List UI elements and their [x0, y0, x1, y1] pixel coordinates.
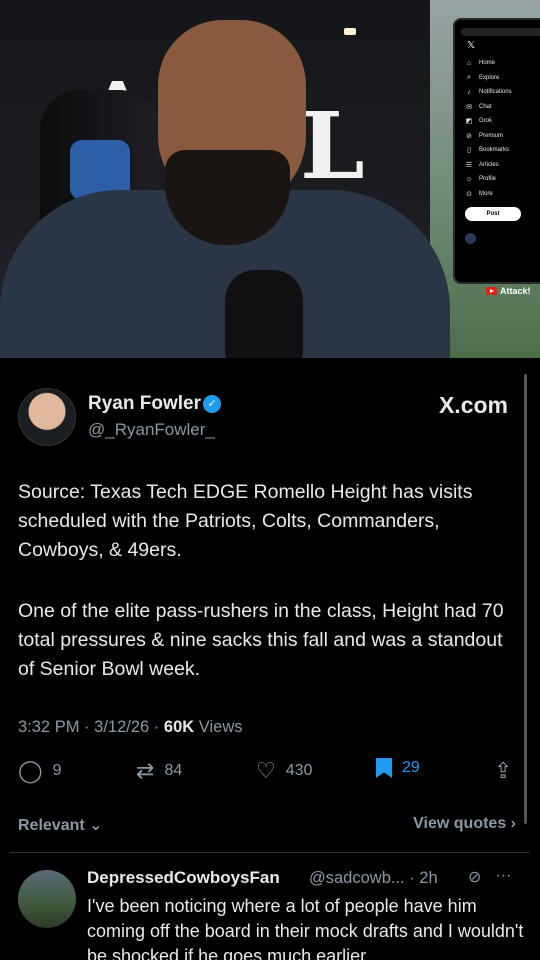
phone-menu-item: ⊘ Premium: [466, 132, 504, 140]
reply-author-handle[interactable]: @sadcowb... · 2h: [309, 869, 438, 888]
phone-menu-item: ⌂ Home: [466, 59, 496, 67]
share-icon: ⇪: [494, 758, 513, 783]
x-logo-icon: 𝕏: [467, 40, 476, 51]
phone-menu-item: ◩ Grok: [465, 118, 493, 126]
phone-url-bar: [461, 28, 540, 36]
view-quotes-label: View quotes: [413, 815, 507, 832]
phone-menu-item: ⊙ More: [466, 190, 493, 198]
phone-account: [461, 233, 540, 244]
phone-menu-item: ✉ Chat: [466, 103, 492, 111]
share-button[interactable]: ⇪: [494, 758, 512, 784]
sort-dropdown[interactable]: Relevant ⌄: [18, 815, 103, 835]
separator: ·: [153, 718, 164, 736]
microphone: [225, 270, 303, 358]
bookmark-icon: ▯: [467, 147, 471, 155]
phone-screen-overlay: 𝕏 ⌂ Home ⌕ Explore ♪ Notifications ✉ Chat ◩ G…: [453, 18, 540, 284]
profile-icon: ☺: [465, 175, 473, 183]
author-handle[interactable]: @_RyanFowler_: [88, 420, 215, 440]
retweet-count: 84: [164, 762, 183, 779]
phone-menu-item: ⌕ Explore: [461, 71, 540, 86]
retweet-button[interactable]: ⇄ 84: [136, 758, 182, 784]
youtube-tag: Attack!: [486, 286, 531, 296]
views-count: 60K: [163, 718, 195, 736]
tweet-card: Ryan Fowler ✓ @_RyanFowler_ X.com Source…: [0, 358, 540, 960]
chevron-down-icon: ⌄: [89, 817, 103, 834]
more-icon: ⊙: [466, 190, 472, 198]
reply-count: 9: [52, 762, 62, 779]
premium-icon: ⊘: [466, 132, 472, 140]
bell-icon: ♪: [467, 88, 471, 96]
bookmark-icon: [376, 758, 392, 778]
reply-author-name[interactable]: DepressedCowboysFan: [87, 868, 280, 888]
scrollbar[interactable]: [524, 374, 527, 824]
articles-icon: ☰: [465, 161, 473, 169]
phone-menu-item: ☺ Profile: [465, 175, 497, 183]
separator: ·: [84, 718, 95, 736]
retweet-icon: ⇄: [136, 758, 155, 783]
like-button[interactable]: ♡ 430: [256, 758, 312, 784]
home-icon: ⌂: [466, 59, 472, 67]
phone-post-button: Post: [465, 207, 521, 221]
reply-icons: ⊘ ···: [468, 867, 511, 887]
action-bar: ◯ 9 ⇄ 84 ♡ 430 29 ⇪: [18, 758, 523, 788]
bookmark-count: 29: [402, 759, 420, 776]
author-name[interactable]: Ryan Fowler: [88, 393, 201, 415]
tweet-date[interactable]: 3/12/26: [94, 718, 149, 736]
chevron-right-icon: ›: [510, 815, 516, 832]
reply-avatar[interactable]: [18, 870, 76, 928]
video-frame: AL L 𝕏 ⌂Home ⌕Explore ♪Notifications ✉Ch…: [0, 0, 540, 358]
tweet-text-paragraph: Source: Texas Tech EDGE Romello Height h…: [18, 481, 473, 561]
verified-badge-icon: ✓: [203, 395, 221, 413]
divider: [10, 852, 530, 853]
phone-menu-item: ♪ Notifications: [461, 85, 540, 100]
views-label: Views: [198, 718, 243, 736]
wall-lettering: L: [300, 92, 371, 200]
phone-menu-item: ☰ Articles: [465, 161, 499, 169]
source-label: X.com: [438, 392, 508, 418]
avatar: [465, 233, 476, 244]
tweet-time[interactable]: 3:32 PM: [18, 718, 79, 736]
author-avatar[interactable]: [18, 388, 76, 446]
ceiling-light: [344, 28, 356, 35]
phone-menu-item: ▯ Bookmarks: [461, 143, 540, 158]
youtube-icon: [486, 287, 497, 295]
chat-icon: ✉: [466, 103, 472, 111]
reply-button[interactable]: ◯ 9: [18, 758, 62, 784]
tweet-text-paragraph: One of the elite pass-rushers in the cla…: [18, 600, 504, 680]
search-icon: ⌕: [467, 73, 471, 81]
view-quotes-link[interactable]: View quotes ›: [413, 815, 516, 833]
grok-icon: ◩: [465, 118, 473, 126]
like-count: 430: [285, 762, 313, 779]
more-icon[interactable]: ···: [495, 867, 511, 887]
bookmark-button[interactable]: 29: [376, 758, 420, 778]
grok-icon[interactable]: ⊘: [468, 867, 481, 887]
reply-text: I've been noticing where a lot of people…: [87, 896, 524, 960]
heart-icon: ♡: [256, 758, 276, 783]
sort-label: Relevant: [18, 817, 85, 834]
tweet-meta: 3:32 PM · 3/12/26 · 60K Views: [18, 718, 242, 737]
reply-icon: ◯: [18, 758, 43, 783]
